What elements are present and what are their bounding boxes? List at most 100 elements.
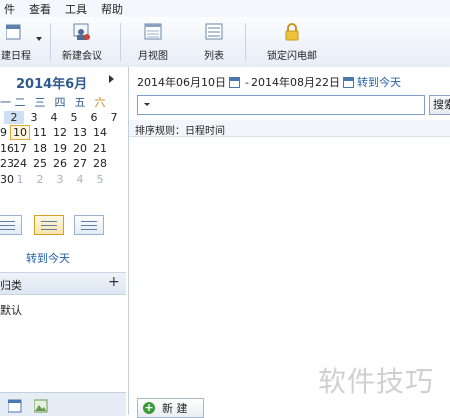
calendar-week: 16 17 18 19 20 21 (0, 141, 124, 157)
calendar-day[interactable]: 16 (0, 142, 14, 155)
calendar-week: 30 1 2 3 4 5 (0, 172, 124, 188)
calendar-week: 9 10 11 12 13 14 (0, 125, 124, 141)
menu-tools[interactable]: 工具 (65, 1, 87, 17)
calendar-day[interactable]: 6 (84, 111, 104, 124)
search-button[interactable]: 搜索 (429, 95, 450, 115)
calendar-day[interactable]: 23 (0, 157, 14, 170)
weekday-wed: 三 (34, 95, 46, 109)
weekday-fri: 五 (74, 95, 86, 109)
lock-email-button[interactable]: 锁定闪电邮 (262, 17, 322, 67)
toolbar: 建日程 新建会议 月视图 列表 锁定闪电邮 (0, 17, 450, 68)
toolbar-separator (120, 23, 121, 61)
left-pane: 2014年6月 一 二 三 四 五 六 2 3 4 5 6 7 9 10 11 … (0, 67, 129, 416)
calendar-day[interactable]: 17 (10, 142, 30, 155)
menu-file[interactable]: 件 (4, 1, 15, 17)
mini-calendar-header: 2014年6月 (0, 73, 126, 92)
view-mode-buttons (0, 215, 126, 235)
calendar-day[interactable]: 2 (4, 110, 24, 124)
calendar-day-next-month[interactable]: 4 (70, 173, 90, 186)
calendar-day[interactable]: 30 (0, 173, 14, 186)
date-range: 2014年06月10日 - 2014年08月22日 转到今天 (137, 74, 401, 90)
calendar-day[interactable]: 19 (50, 142, 70, 155)
month-view-toggle-button[interactable] (74, 215, 104, 235)
new-schedule-label: 建日程 (1, 51, 31, 62)
calendar-day[interactable]: 13 (70, 126, 90, 139)
new-button-label: 新 建 (162, 402, 188, 415)
calendar-day-next-month[interactable]: 3 (50, 173, 70, 186)
menu-view[interactable]: 查看 (29, 1, 51, 17)
calendar-day[interactable]: 12 (50, 126, 70, 139)
toolbar-separator (50, 23, 51, 61)
month-view-button[interactable]: 月视图 (133, 17, 173, 67)
sort-rule-label[interactable]: 排序规则：日程时间 (135, 122, 225, 137)
weekday-tue: 二 (14, 95, 26, 109)
meeting-icon (73, 23, 90, 40)
watermark: 软件技巧 (318, 365, 435, 398)
calendar-day[interactable]: 18 (30, 142, 50, 155)
calendar-day[interactable]: 3 (24, 111, 44, 124)
weekday-sat: 六 (94, 95, 106, 109)
calendar-icon[interactable] (342, 76, 354, 88)
add-category-icon[interactable]: + (108, 274, 120, 290)
weekday-mon: 一 (0, 95, 11, 109)
lock-email-label: 锁定闪电邮 (267, 51, 317, 62)
new-meeting-button[interactable]: 新建会议 (58, 17, 106, 67)
weekday-row: 一 二 三 四 五 六 (0, 94, 124, 110)
weekday-thu: 四 (54, 95, 66, 109)
calendar-day[interactable]: 24 (10, 157, 30, 170)
week-view-button[interactable] (34, 215, 64, 235)
calendar-day[interactable]: 14 (90, 126, 110, 139)
calendar-day[interactable]: 28 (90, 157, 110, 170)
day-view-button[interactable] (0, 215, 22, 235)
picture-icon[interactable] (34, 399, 48, 413)
calendar-day[interactable]: 11 (30, 126, 50, 139)
dropdown-arrow-icon[interactable] (36, 37, 42, 41)
lock-icon (285, 23, 299, 41)
sort-bar: 排序规则：日程时间 (129, 120, 450, 137)
search-dropdown-icon[interactable] (144, 103, 150, 106)
calendar-day[interactable]: 27 (70, 157, 90, 170)
calendar-day[interactable]: 26 (50, 157, 70, 170)
add-icon: + (143, 401, 155, 414)
new-schedule-button[interactable]: 建日程 (0, 17, 38, 67)
calendar-day-next-month[interactable]: 1 (10, 173, 30, 186)
left-footer-bar (0, 392, 126, 416)
range-separator: - (245, 75, 249, 89)
calendar-tab-icon[interactable] (8, 399, 22, 413)
goto-today-link[interactable]: 转到今天 (0, 250, 96, 266)
calendar-week: 2 3 4 5 6 7 (0, 110, 124, 126)
calendar-day-next-month[interactable]: 2 (30, 173, 50, 186)
calendar-day[interactable]: 25 (30, 157, 50, 170)
calendar-month-title: 2014年6月 (16, 77, 88, 92)
end-date[interactable]: 2014年08月22日 (251, 74, 340, 90)
list-icon (205, 23, 223, 40)
month-view-label: 月视图 (138, 51, 168, 62)
start-date[interactable]: 2014年06月10日 (137, 74, 226, 90)
calendar-day[interactable]: 7 (104, 111, 124, 124)
mini-calendar: 一 二 三 四 五 六 2 3 4 5 6 7 9 10 11 12 13 14… (0, 94, 124, 187)
month-view-icon (144, 23, 162, 40)
calendar-day-today[interactable]: 10 (10, 125, 30, 141)
list-button[interactable]: 列表 (196, 17, 232, 67)
category-item-default[interactable]: 默认 (0, 302, 22, 318)
category-header: 归类 + (0, 272, 126, 295)
calendar-day-next-month[interactable]: 5 (90, 173, 110, 186)
calendar-icon (6, 24, 21, 40)
menu-bar: 件 查看 工具 帮助 (0, 0, 450, 17)
toolbar-separator (245, 23, 246, 61)
range-goto-today-link[interactable]: 转到今天 (357, 74, 401, 90)
calendar-day[interactable]: 21 (90, 142, 110, 155)
calendar-day[interactable]: 5 (64, 111, 84, 124)
new-button[interactable]: + 新 建 (137, 398, 204, 418)
calendar-icon[interactable] (229, 76, 240, 88)
next-month-icon[interactable] (109, 75, 114, 83)
category-title: 归类 (0, 279, 22, 292)
calendar-day[interactable]: 9 (0, 126, 10, 139)
list-label: 列表 (204, 51, 224, 62)
search-input[interactable] (137, 95, 425, 115)
calendar-week: 23 24 25 26 27 28 (0, 156, 124, 172)
new-meeting-label: 新建会议 (62, 51, 102, 62)
menu-help[interactable]: 帮助 (101, 1, 123, 17)
calendar-day[interactable]: 4 (44, 111, 64, 124)
calendar-day[interactable]: 20 (70, 142, 90, 155)
